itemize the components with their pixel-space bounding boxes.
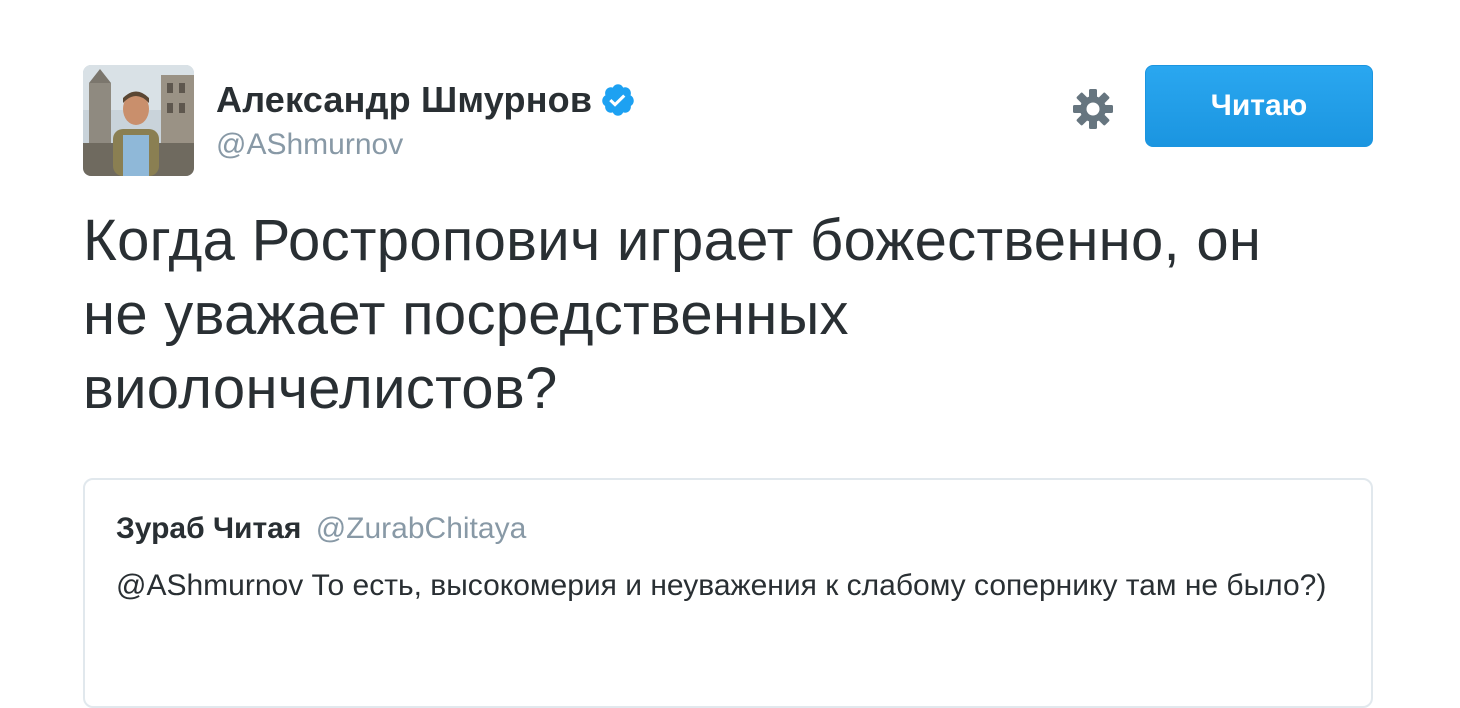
author-fullname[interactable]: Александр Шмурнов <box>216 79 592 121</box>
quoted-author-fullname: Зураб Читая <box>116 512 302 545</box>
author-name-row: Александр Шмурнов <box>216 78 636 122</box>
gear-icon[interactable] <box>1070 86 1116 132</box>
quoted-author-username: @ZurabChitaya <box>315 512 527 545</box>
tweet-author[interactable]: Александр Шмурнов @AShmurnov <box>216 78 636 162</box>
verified-badge-icon <box>600 82 636 118</box>
author-username[interactable]: @AShmurnov <box>216 128 636 162</box>
quoted-tweet[interactable]: Зураб Читая @ZurabChitaya @AShmurnov То … <box>83 478 1373 708</box>
quoted-tweet-header: Зураб Читая @ZurabChitaya <box>116 512 526 546</box>
follow-button[interactable]: Читаю <box>1145 65 1373 147</box>
avatar-photo <box>83 65 194 176</box>
quoted-tweet-text: @AShmurnov То есть, высокомерия и неуваж… <box>116 569 1327 602</box>
avatar[interactable] <box>83 65 194 176</box>
tweet-text: Когда Ростропович играет божественно, он… <box>83 208 1262 421</box>
